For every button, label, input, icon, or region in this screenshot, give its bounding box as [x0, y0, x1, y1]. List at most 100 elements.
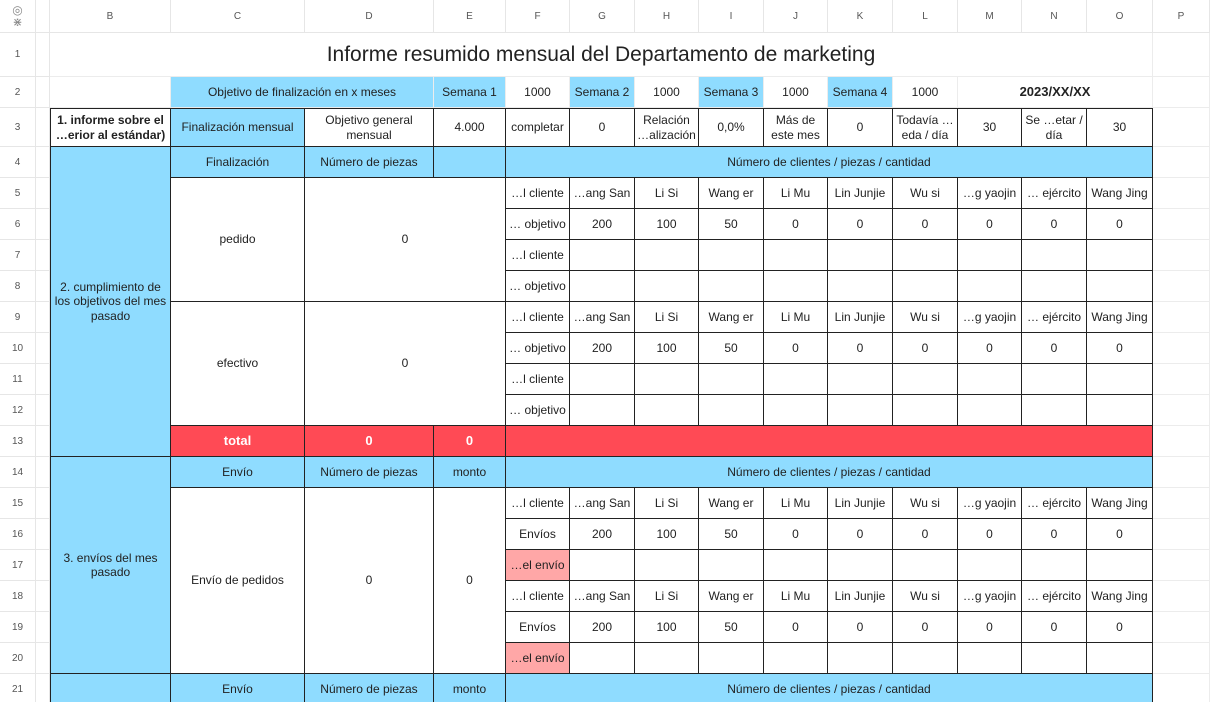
value-cell[interactable]: 200 [570, 612, 635, 643]
empty-cell[interactable] [635, 364, 699, 395]
client-name[interactable]: Li Mu [764, 302, 828, 333]
value-cell[interactable]: 0 [893, 612, 958, 643]
value-cell[interactable]: 100 [635, 612, 699, 643]
envios-label[interactable]: Envíos [506, 519, 570, 550]
client-label[interactable]: …l cliente [506, 581, 570, 612]
empty-cell[interactable] [1153, 271, 1210, 302]
value-cell[interactable]: 0 [893, 519, 958, 550]
value-cell[interactable]: 50 [699, 519, 764, 550]
summary-cell[interactable]: 0 [828, 108, 893, 147]
amount-header[interactable]: monto [434, 674, 506, 702]
empty-cell[interactable] [893, 364, 958, 395]
empty-cell[interactable] [570, 364, 635, 395]
clients-header[interactable]: Número de clientes / piezas / cantidad [506, 147, 1153, 178]
empty-cell[interactable] [893, 643, 958, 674]
row-header-16[interactable]: 16 [0, 519, 36, 550]
row-header-5[interactable]: 5 [0, 178, 36, 209]
empty-cell[interactable] [1153, 612, 1210, 643]
freeze-icon[interactable]: ⋇ [12, 16, 22, 28]
objective-label[interactable]: … objetivo [506, 333, 570, 364]
row-header-10[interactable]: 10 [0, 333, 36, 364]
value-cell[interactable]: 0 [1022, 519, 1087, 550]
empty-cell[interactable] [958, 240, 1022, 271]
page-title[interactable]: Informe resumido mensual del Departament… [50, 33, 1153, 77]
amount-header[interactable]: monto [434, 457, 506, 488]
empty-cell[interactable] [635, 550, 699, 581]
total-pieces[interactable]: 0 [305, 426, 434, 457]
client-name[interactable]: … ejército [1022, 178, 1087, 209]
client-name[interactable]: Wu si [893, 302, 958, 333]
value-cell[interactable]: 200 [570, 519, 635, 550]
column-header-E[interactable]: E [434, 0, 506, 33]
summary-cell[interactable]: Todavía …eda / día [893, 108, 958, 147]
pedido-label[interactable]: pedido [171, 178, 305, 302]
column-header-M[interactable]: M [958, 0, 1022, 33]
column-header-G[interactable]: G [570, 0, 635, 33]
empty-cell[interactable] [1153, 457, 1210, 488]
column-header-N[interactable]: N [1022, 0, 1087, 33]
efectivo-value[interactable]: 0 [305, 302, 506, 426]
column-header-K[interactable]: K [828, 0, 893, 33]
value-cell[interactable]: 50 [699, 209, 764, 240]
empty-cell[interactable] [1153, 581, 1210, 612]
column-header-B[interactable]: B [50, 0, 171, 33]
client-name[interactable]: …g yaojin [958, 488, 1022, 519]
value-cell[interactable]: 0 [958, 612, 1022, 643]
del-envio-label[interactable]: …el envío [506, 550, 570, 581]
value-cell[interactable]: 0 [764, 612, 828, 643]
clients-header[interactable]: Número de clientes / piezas / cantidad [506, 674, 1153, 702]
summary-cell[interactable]: 0 [570, 108, 635, 147]
value-cell[interactable]: 0 [1022, 333, 1087, 364]
week-value[interactable]: 1000 [506, 77, 570, 108]
client-label[interactable]: …l cliente [506, 488, 570, 519]
empty-cell[interactable] [1153, 395, 1210, 426]
value-cell[interactable]: 50 [699, 333, 764, 364]
empty-cell[interactable] [699, 395, 764, 426]
value-cell[interactable]: 200 [570, 333, 635, 364]
empty-cell[interactable] [1153, 333, 1210, 364]
row-header-14[interactable]: 14 [0, 457, 36, 488]
empty-cell[interactable] [1022, 395, 1087, 426]
empty-cell[interactable] [893, 550, 958, 581]
row-header-2[interactable]: 2 [0, 77, 36, 108]
summary-cell[interactable]: 0,0% [699, 108, 764, 147]
row-header-20[interactable]: 20 [0, 643, 36, 674]
client-name[interactable]: Li Si [635, 488, 699, 519]
week-label[interactable]: Semana 2 [570, 77, 635, 108]
value-cell[interactable]: 100 [635, 519, 699, 550]
envio-pedidos-amount[interactable]: 0 [434, 488, 506, 674]
empty-cell[interactable] [570, 240, 635, 271]
client-label[interactable]: …l cliente [506, 364, 570, 395]
client-name[interactable]: Wu si [893, 581, 958, 612]
empty-cell[interactable] [1153, 77, 1210, 108]
envio-pedidos-pieces[interactable]: 0 [305, 488, 434, 674]
empty-cell[interactable] [1153, 519, 1210, 550]
column-header-L[interactable]: L [893, 0, 958, 33]
client-name[interactable]: Wu si [893, 178, 958, 209]
client-name[interactable]: Lin Junjie [828, 488, 893, 519]
value-cell[interactable]: 0 [893, 209, 958, 240]
client-name[interactable]: …ang San [570, 581, 635, 612]
client-name[interactable]: …g yaojin [958, 178, 1022, 209]
client-name[interactable]: Wang er [699, 581, 764, 612]
row-header-11[interactable]: 11 [0, 364, 36, 395]
value-cell[interactable]: 0 [1022, 612, 1087, 643]
empty-cell[interactable] [570, 550, 635, 581]
objective-label[interactable]: … objetivo [506, 395, 570, 426]
value-cell[interactable]: 200 [570, 209, 635, 240]
summary-cell[interactable]: Se …etar / día [1022, 108, 1087, 147]
envios-label[interactable]: Envíos [506, 612, 570, 643]
week-value[interactable]: 1000 [893, 77, 958, 108]
empty-cell[interactable] [1153, 488, 1210, 519]
row-header-6[interactable]: 6 [0, 209, 36, 240]
empty-cell[interactable] [958, 271, 1022, 302]
spreadsheet[interactable]: ◎ ⋇ B C D E F G H I J K L M N O P 1 2 3 4 5 6 7 8 9 10 11 12 13 14 15… [0, 0, 1210, 702]
empty-cell[interactable] [828, 395, 893, 426]
row-header-1[interactable]: 1 [0, 33, 36, 77]
row-header-3[interactable]: 3 [0, 108, 36, 147]
week-label[interactable]: Semana 4 [828, 77, 893, 108]
column-header-H[interactable]: H [635, 0, 699, 33]
summary-cell[interactable]: Objetivo general mensual [305, 108, 434, 147]
pieces-header[interactable]: Número de piezas [305, 674, 434, 702]
pedido-value[interactable]: 0 [305, 178, 506, 302]
